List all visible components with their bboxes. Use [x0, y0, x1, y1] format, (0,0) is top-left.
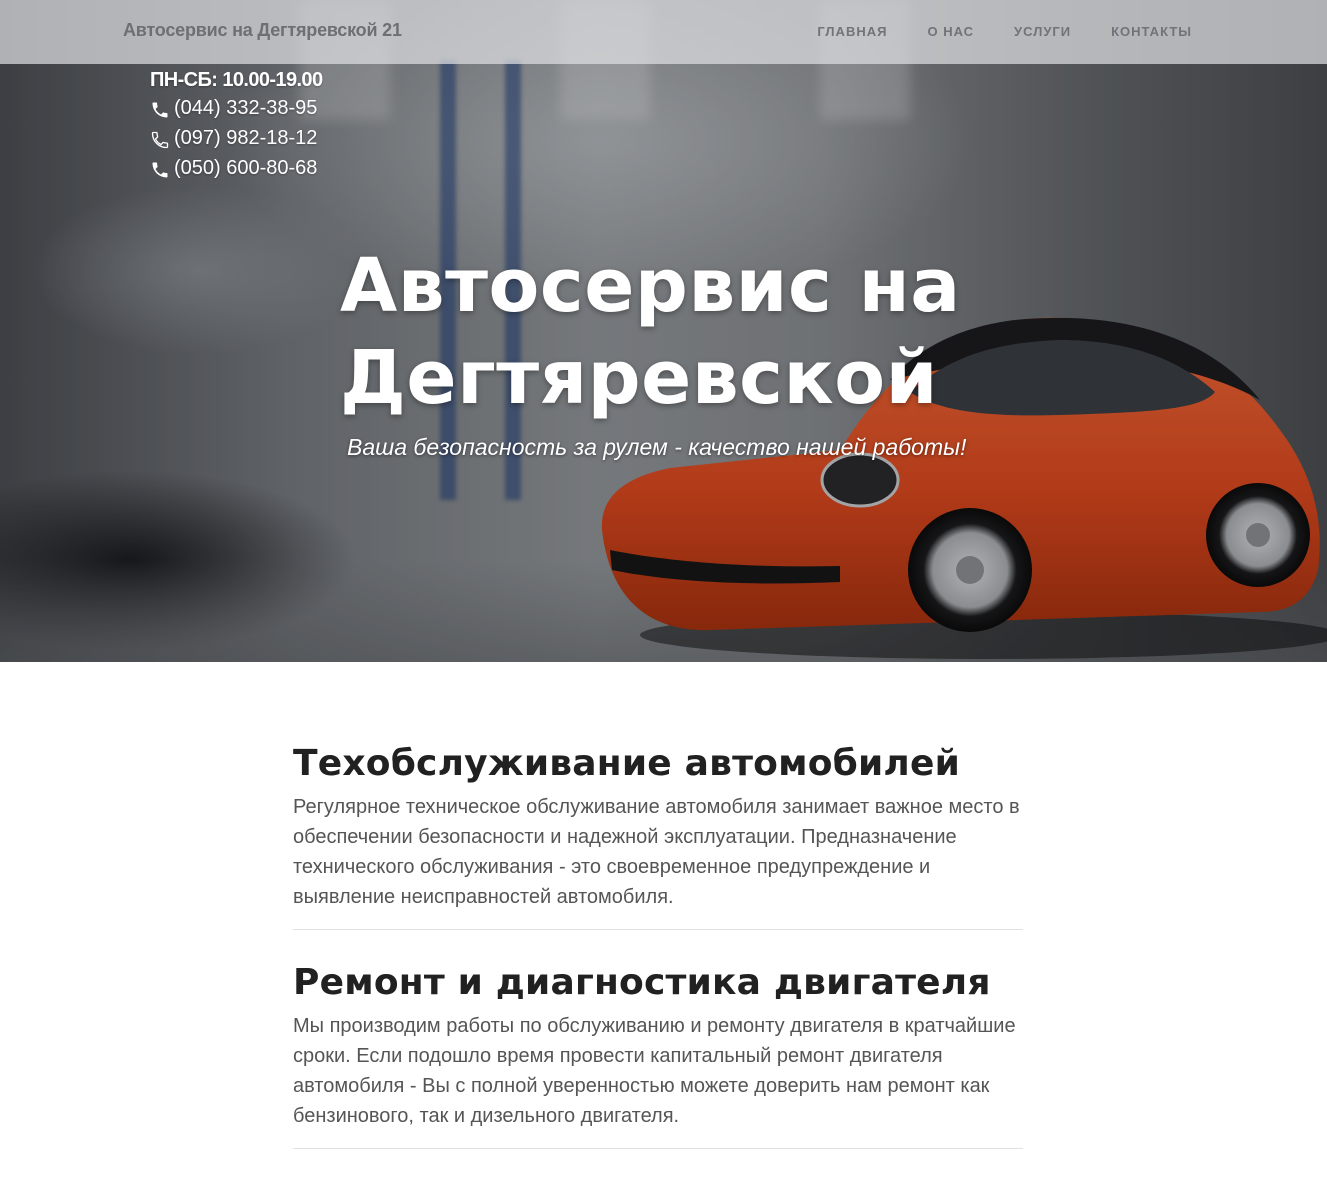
phone-number[interactable]: (050) 600-80-68 — [174, 157, 317, 180]
nav-item-home[interactable]: Главная — [817, 24, 887, 39]
phone-row[interactable]: (044) 332-38-95 — [150, 93, 322, 123]
services-list: Техобслуживание автомобилей Регулярное т… — [293, 740, 1023, 1178]
service-item: Ремонт и диагностика двигателя Мы произв… — [293, 959, 1023, 1149]
site-brand-link[interactable]: Автосервис на Дегтяревской 21 — [123, 20, 402, 41]
hero-title: Автосервис на Дегтяревской — [340, 240, 1020, 424]
phone-row[interactable]: (097) 982-18-12 — [150, 123, 322, 153]
phone-number[interactable]: (097) 982-18-12 — [174, 127, 317, 150]
service-item: Техобслуживание автомобилей Регулярное т… — [293, 740, 1023, 930]
hero-title-line: Дегтяревской — [340, 335, 938, 421]
hero-subtitle: Ваша безопасность за рулем - качество на… — [347, 434, 967, 460]
service-divider — [293, 1148, 1023, 1149]
nav-item-about[interactable]: О нас — [927, 24, 974, 39]
hero-title-line: Автосервис на — [340, 243, 961, 329]
main-nav: Главная О нас Услуги Контакты — [817, 24, 1192, 39]
nav-item-contacts[interactable]: Контакты — [1111, 24, 1192, 39]
phone-number[interactable]: (044) 332-38-95 — [174, 97, 317, 120]
working-hours: ПН-СБ: 10.00-19.00 — [150, 69, 323, 91]
contact-block: ПН-СБ: 10.00-19.00 (044) 332-38-95 (097)… — [150, 67, 323, 183]
phone-outline-icon — [151, 131, 169, 149]
nav-item-services[interactable]: Услуги — [1014, 24, 1071, 39]
phone-row[interactable]: (050) 600-80-68 — [150, 153, 322, 183]
top-navbar: Автосервис на Дегтяревской 21 Главная О … — [0, 0, 1327, 64]
service-title: Ремонт и диагностика двигателя — [293, 962, 991, 1003]
service-title: Техобслуживание автомобилей — [293, 743, 961, 784]
phone-solid-icon — [152, 162, 168, 178]
service-description: Регулярное техническое обслуживание авто… — [293, 796, 1020, 908]
service-divider — [293, 929, 1023, 930]
service-description: Мы производим работы по обслуживанию и р… — [293, 1015, 1016, 1127]
phone-solid-icon — [152, 102, 168, 118]
